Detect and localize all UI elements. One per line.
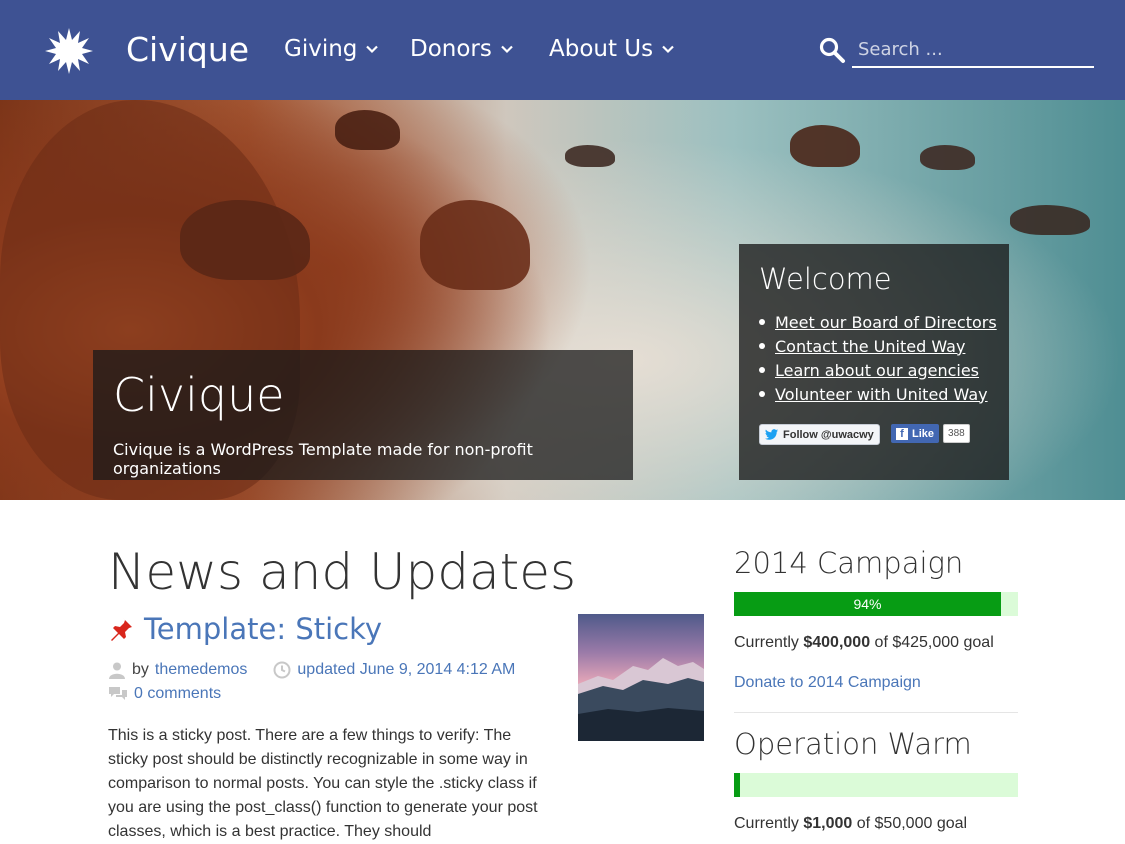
nav-label: About Us (549, 36, 654, 62)
list-item: Meet our Board of Directors (759, 310, 997, 334)
post-thumbnail[interactable] (578, 614, 704, 741)
bullet-icon (759, 367, 765, 373)
facebook-like-button[interactable]: f Like (891, 424, 940, 443)
status-amount: $1,000 (803, 815, 853, 832)
hero-rock-shape (180, 200, 310, 280)
hero-title: Civique (113, 368, 285, 422)
site-title[interactable]: Civique (126, 30, 249, 69)
status-goal: of $425,000 goal (870, 634, 994, 651)
search-input[interactable] (852, 32, 1094, 68)
status-amount: $400,000 (803, 634, 871, 651)
mountain-landscape-image (578, 658, 704, 741)
hero-rock-shape (1010, 205, 1090, 235)
campaign-progress-bar: 94% (734, 592, 1018, 616)
nav-giving[interactable]: Giving (284, 36, 379, 62)
campaign-status: Currently $400,000 of $425,000 goal (734, 634, 994, 652)
progress-fill: 94% (734, 592, 1001, 616)
bullet-icon (759, 319, 765, 325)
search-icon[interactable] (818, 36, 846, 64)
campaign-title: Operation Warm (734, 727, 972, 761)
list-item: Contact the United Way (759, 334, 997, 358)
comments-link[interactable]: 0 comments (134, 685, 221, 703)
site-header: Civique Giving Donors About Us (0, 0, 1125, 100)
divider (734, 712, 1018, 713)
by-label: by (132, 661, 149, 678)
status-prefix: Currently (734, 815, 804, 832)
welcome-link[interactable]: Meet our Board of Directors (775, 313, 997, 332)
twitter-follow-label: Follow @uwacwy (783, 428, 874, 441)
welcome-title: Welcome (759, 262, 892, 296)
hero-banner: Civique Civique is a WordPress Template … (0, 100, 1125, 500)
user-icon (109, 662, 125, 679)
nav-label: Donors (410, 36, 492, 62)
chevron-down-icon (501, 45, 513, 54)
hero-caption: Civique Civique is a WordPress Template … (93, 350, 633, 480)
nav-label: Giving (284, 36, 358, 62)
hero-rock-shape (335, 110, 400, 150)
welcome-link[interactable]: Contact the United Way (775, 337, 965, 356)
facebook-like-label: Like (912, 427, 935, 440)
nav-donors[interactable]: Donors (410, 36, 514, 62)
post-title-link[interactable]: Template: Sticky (144, 612, 382, 646)
clock-icon (273, 661, 291, 679)
nav-about-us[interactable]: About Us (549, 36, 675, 62)
welcome-link[interactable]: Learn about our agencies (775, 361, 979, 380)
twitter-follow-button[interactable]: Follow @uwacwy (759, 424, 880, 445)
bullet-icon (759, 343, 765, 349)
section-heading: News and Updates (108, 543, 577, 601)
donate-link[interactable]: Donate to 2014 Campaign (734, 674, 921, 692)
campaign-progress-bar (734, 773, 1018, 797)
status-prefix: Currently (734, 634, 804, 651)
starburst-logo-icon[interactable] (44, 26, 94, 76)
hero-rock-shape (565, 145, 615, 167)
hero-rock-shape (790, 125, 860, 167)
post-title: Template: Sticky (108, 612, 382, 646)
list-item: Volunteer with United Way (759, 382, 997, 406)
campaign-title: 2014 Campaign (734, 546, 964, 580)
facebook-like-count: 388 (943, 424, 970, 443)
post-excerpt: This is a sticky post. There are a few t… (108, 727, 538, 840)
hero-rock-shape (420, 200, 530, 290)
facebook-like-widget: f Like 388 (891, 424, 970, 443)
twitter-bird-icon (765, 428, 778, 440)
chevron-down-icon (662, 45, 674, 54)
hero-subtitle: Civique is a WordPress Template made for… (113, 440, 533, 478)
comments-icon (109, 687, 127, 700)
welcome-widget: Welcome Meet our Board of Directors Cont… (739, 244, 1009, 480)
welcome-links: Meet our Board of Directors Contact the … (759, 310, 997, 406)
pushpin-icon (111, 618, 132, 641)
chevron-down-icon (366, 45, 379, 54)
progress-fill (734, 773, 740, 797)
status-goal: of $50,000 goal (852, 815, 968, 832)
post-meta: by themedemos updated June 9, 2014 4:12 … (108, 661, 515, 679)
facebook-f-icon: f (896, 427, 908, 440)
campaign-status: Currently $1,000 of $50,000 goal (734, 815, 967, 833)
list-item: Learn about our agencies (759, 358, 997, 382)
post-comments-meta: 0 comments (108, 685, 221, 703)
hero-rock-shape (920, 145, 975, 170)
author-link[interactable]: themedemos (155, 661, 248, 679)
welcome-link[interactable]: Volunteer with United Way (775, 385, 988, 404)
bullet-icon (759, 391, 765, 397)
post-date-link[interactable]: updated June 9, 2014 4:12 AM (297, 661, 515, 679)
